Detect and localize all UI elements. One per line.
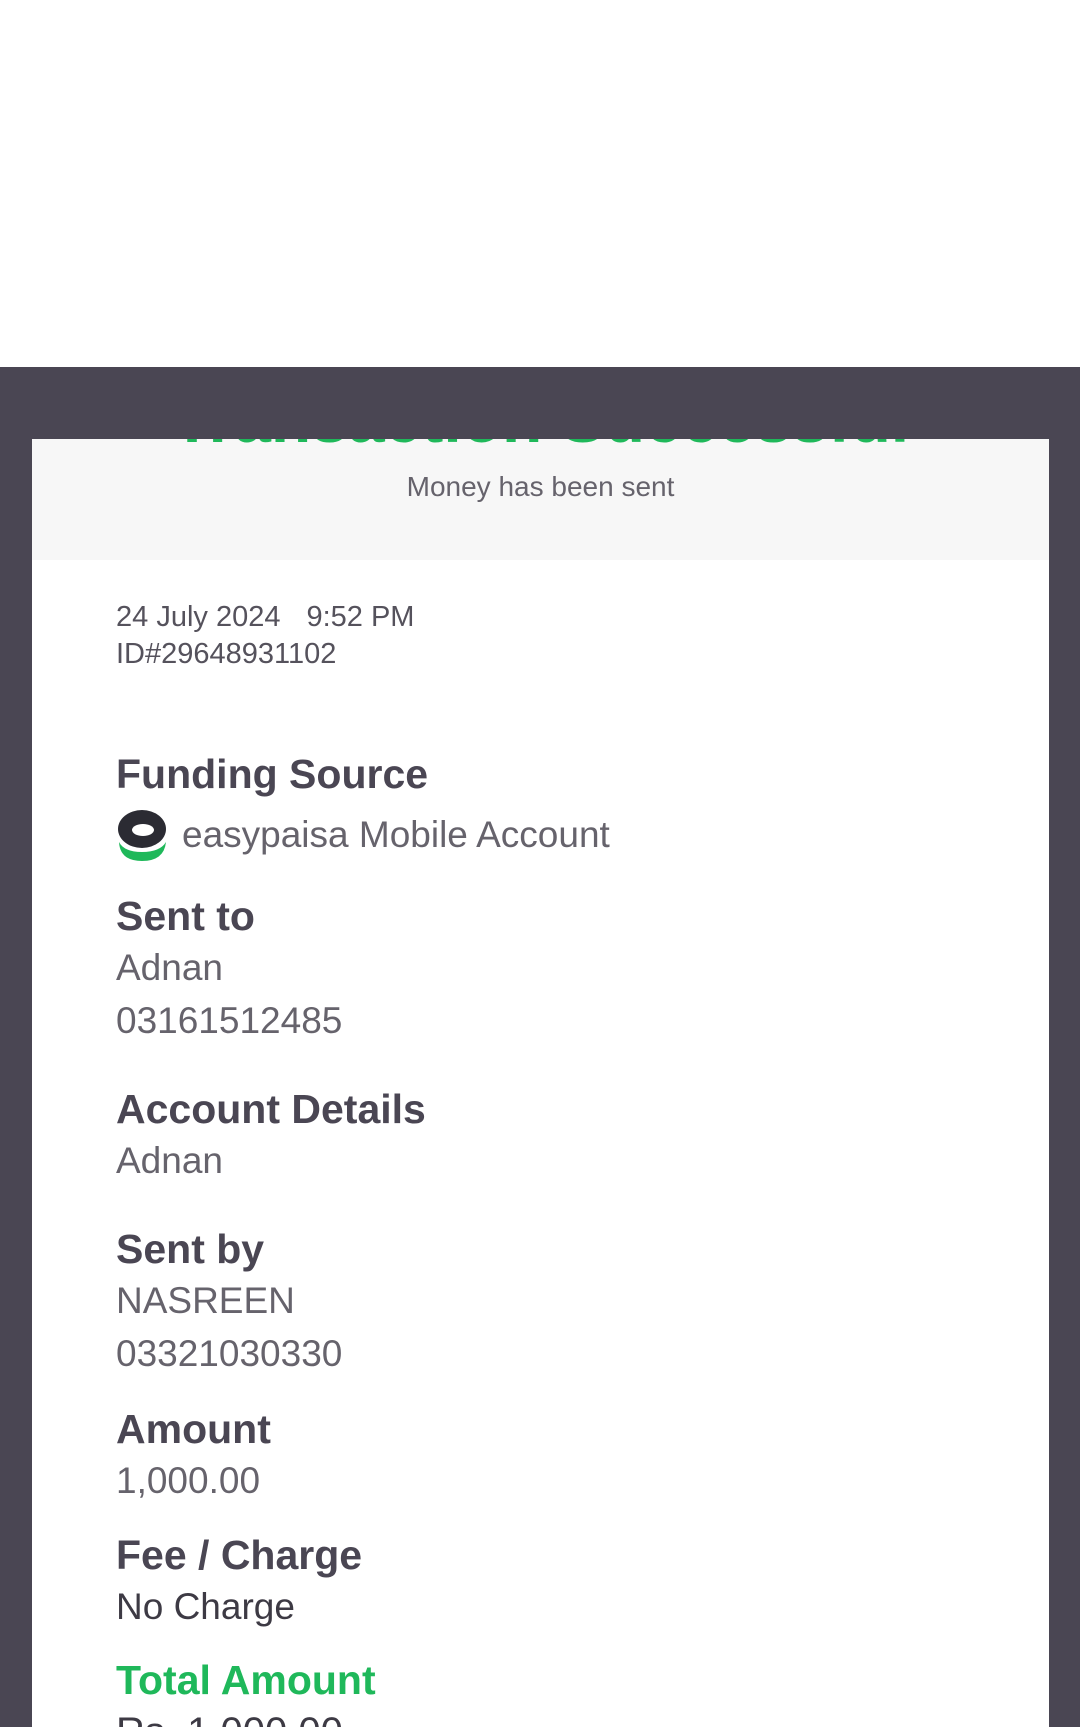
transaction-datetime: 24 July 2024 9:52 PM bbox=[116, 599, 414, 635]
easypaisa-logo-icon bbox=[118, 810, 166, 861]
amount-value: 1,000.00 bbox=[116, 1460, 261, 1501]
account-details-label: Account Details bbox=[116, 1086, 426, 1132]
sent-to-label: Sent to bbox=[116, 893, 255, 939]
receipt-card: Transaction Successful Money has been se… bbox=[32, 439, 1049, 1727]
sent-by-number: 03321030330 bbox=[116, 1333, 343, 1374]
amount-label: Amount bbox=[116, 1406, 271, 1452]
fee-label: Fee / Charge bbox=[116, 1532, 363, 1578]
sent-to-name: Adnan bbox=[116, 947, 223, 988]
account-details-value: Adnan bbox=[116, 1140, 223, 1181]
fee-value: No Charge bbox=[116, 1586, 295, 1627]
funding-source-value: easypaisa Mobile Account bbox=[182, 814, 610, 855]
success-subtitle: Money has been sent bbox=[406, 471, 675, 502]
sent-by-name: NASREEN bbox=[116, 1280, 295, 1321]
receipt-header: Transaction Successful Money has been se… bbox=[32, 439, 1049, 560]
total-amount-value: Rs. 1,000.00 bbox=[116, 1708, 343, 1727]
transaction-date: 24 July 2024 bbox=[116, 601, 281, 633]
total-amount-label: Total Amount bbox=[116, 1657, 376, 1703]
funding-source-row: easypaisa Mobile Account bbox=[116, 807, 610, 863]
transaction-id: ID#29648931102 bbox=[116, 638, 337, 670]
sent-by-label: Sent by bbox=[116, 1226, 265, 1272]
success-title: Transaction Successful bbox=[32, 439, 1049, 463]
sent-to-number: 03161512485 bbox=[116, 1000, 343, 1041]
transaction-time: 9:52 PM bbox=[306, 601, 415, 633]
funding-source-label: Funding Source bbox=[116, 751, 429, 797]
top-blank-area bbox=[0, 0, 1080, 367]
